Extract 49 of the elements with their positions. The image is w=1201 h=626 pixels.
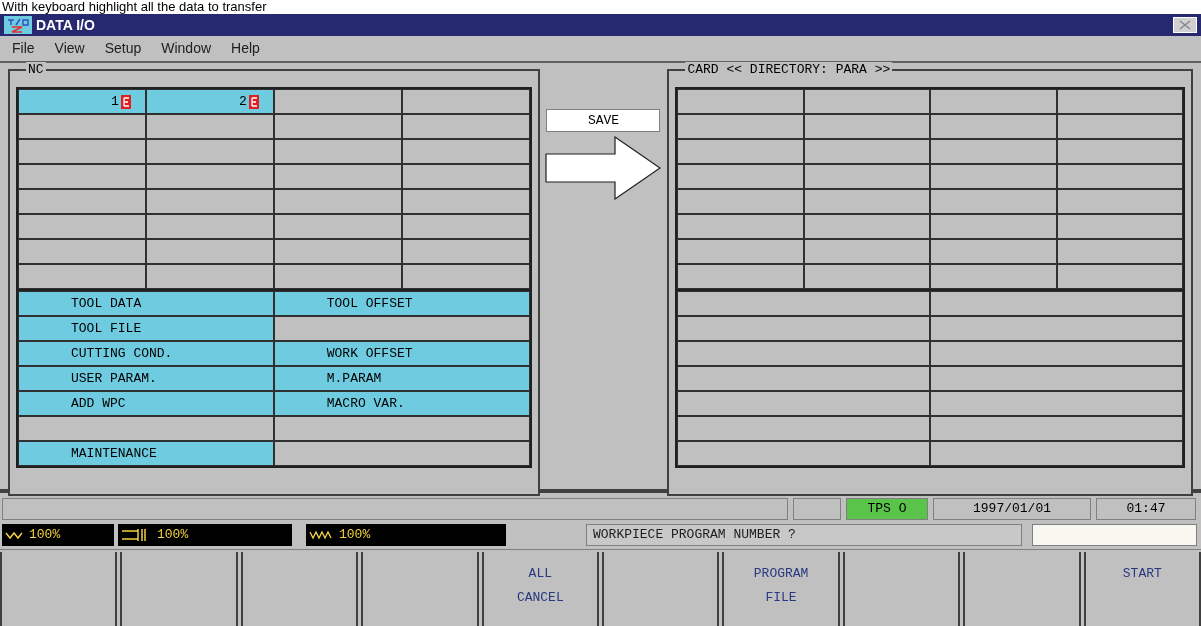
- data-type-item[interactable]: [18, 416, 274, 441]
- data-type-item[interactable]: [273, 416, 530, 441]
- caption-text: With keyboard highlight all the data to transfer: [1, 0, 267, 14]
- data-type-item[interactable]: TOOL DATA: [18, 291, 274, 316]
- data-type-item[interactable]: MAINTENANCE: [18, 441, 274, 466]
- data-type-item[interactable]: TOOL OFFSET: [273, 291, 530, 316]
- data-type-item[interactable]: MACRO VAR.: [273, 391, 530, 416]
- close-icon[interactable]: [1173, 17, 1197, 33]
- right-arrow-icon: [545, 136, 662, 200]
- flag-icon: [120, 94, 131, 109]
- softkey[interactable]: START: [1083, 552, 1201, 626]
- date-display: 1997/01/01: [933, 497, 1091, 520]
- app-icon: [4, 16, 32, 34]
- menu-item[interactable]: Setup: [104, 38, 142, 59]
- menu-item[interactable]: Window: [161, 38, 212, 59]
- softkey[interactable]: [842, 552, 961, 626]
- save-label: SAVE: [546, 109, 661, 132]
- file-cell[interactable]: 1: [18, 89, 146, 114]
- zigzag-icon: [309, 530, 333, 540]
- override-reading: 100%: [29, 526, 61, 545]
- window-title: DATA I/O: [36, 15, 95, 35]
- tps-indicator: TPS O: [846, 497, 928, 520]
- menu-item[interactable]: View: [54, 38, 85, 59]
- file-cell[interactable]: 2: [145, 89, 274, 114]
- data-type-item[interactable]: CUTTING COND.: [18, 341, 274, 366]
- softkey[interactable]: [120, 552, 238, 626]
- flag-icon: [248, 94, 259, 109]
- data-type-item[interactable]: [273, 441, 530, 466]
- prompt-message: WORKPIECE PROGRAM NUMBER ?: [586, 524, 1022, 546]
- time-display: 01:47: [1096, 497, 1196, 520]
- softkey[interactable]: [0, 552, 118, 626]
- data-type-item[interactable]: WORK OFFSET: [273, 341, 530, 366]
- wave-icon: [5, 530, 23, 540]
- data-type-item[interactable]: ADD WPC: [18, 391, 274, 416]
- softkey[interactable]: ALL CANCEL: [481, 552, 599, 626]
- override-reading: 100%: [339, 526, 371, 545]
- softkey[interactable]: [602, 552, 720, 626]
- softkey[interactable]: [963, 552, 1081, 626]
- menu-item[interactable]: Help: [231, 38, 260, 59]
- data-type-item[interactable]: TOOL FILE: [18, 316, 274, 341]
- softkey[interactable]: PROGRAM FILE: [722, 552, 840, 626]
- data-type-item[interactable]: [273, 316, 530, 341]
- data-type-item[interactable]: M.PARAM: [273, 366, 530, 391]
- menu-item[interactable]: File: [12, 38, 35, 59]
- override-reading: 100%: [157, 526, 189, 545]
- softkey[interactable]: [240, 552, 359, 626]
- input-field[interactable]: [1032, 524, 1197, 546]
- softkey[interactable]: [361, 552, 479, 626]
- data-type-item[interactable]: USER PARAM.: [18, 366, 274, 391]
